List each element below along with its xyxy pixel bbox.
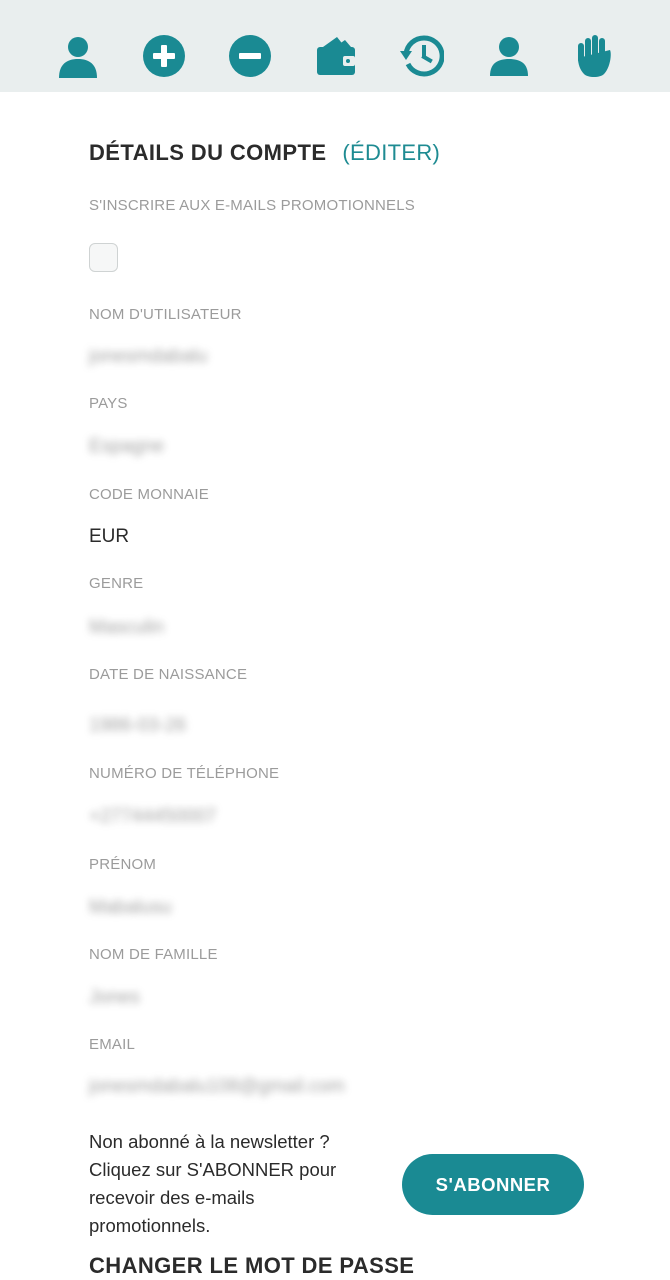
country-value: Espagne — [89, 436, 165, 457]
promo-email-label: S'INSCRIRE AUX E-MAILS PROMOTIONNELS — [89, 197, 415, 214]
phone-label: NUMÉRO DE TÉLÉPHONE — [89, 765, 280, 782]
subscribe-button[interactable]: S'ABONNER — [402, 1154, 584, 1215]
newsletter-line: recevoir des e-mails — [89, 1187, 255, 1208]
last-name-label: NOM DE FAMILLE — [89, 946, 218, 963]
wallet-icon[interactable] — [314, 33, 358, 79]
newsletter-line: Cliquez sur S'ABONNER pour — [89, 1159, 337, 1180]
gender-label: GENRE — [89, 575, 144, 592]
currency-label: CODE MONNAIE — [89, 486, 209, 503]
birthdate-value: 1986-03-26 — [89, 715, 187, 736]
promo-email-checkbox[interactable] — [89, 243, 118, 272]
account-details-title: DÉTAILS DU COMPTE — [89, 140, 327, 165]
newsletter-message: Non abonné à la newsletter ? Cliquez sur… — [89, 1128, 389, 1240]
currency-value: EUR — [89, 526, 130, 547]
history-icon[interactable] — [400, 33, 444, 79]
birthdate-label: DATE DE NAISSANCE — [89, 666, 248, 683]
last-name-value: Jones — [89, 987, 140, 1008]
username-label: NOM D'UTILISATEUR — [89, 306, 242, 323]
newsletter-line: Non abonné à la newsletter ? — [89, 1131, 330, 1152]
profile-icon[interactable] — [56, 33, 100, 79]
username-value: jonesmdabalu — [89, 346, 208, 367]
account-details-header: DÉTAILS DU COMPTE (ÉDITER) — [89, 140, 440, 166]
phone-value: +27744450007 — [89, 806, 217, 827]
newsletter-line: promotionnels. — [89, 1215, 211, 1236]
first-name-value: Mabalusu — [89, 897, 172, 918]
country-label: PAYS — [89, 395, 128, 412]
change-password-title[interactable]: CHANGER LE MOT DE PASSE — [89, 1253, 414, 1279]
edit-link[interactable]: (ÉDITER) — [342, 140, 440, 166]
responsible-gaming-hand-icon[interactable] — [572, 33, 616, 79]
gender-value: Masculin — [89, 617, 164, 638]
email-value: jonesmdabalu108@gmail.com — [89, 1076, 345, 1097]
deposit-plus-icon[interactable] — [142, 33, 186, 79]
withdraw-minus-icon[interactable] — [228, 33, 272, 79]
account-user-icon[interactable] — [487, 33, 531, 79]
email-label: EMAIL — [89, 1036, 136, 1053]
top-nav-bar — [0, 0, 670, 92]
first-name-label: PRÉNOM — [89, 856, 157, 873]
